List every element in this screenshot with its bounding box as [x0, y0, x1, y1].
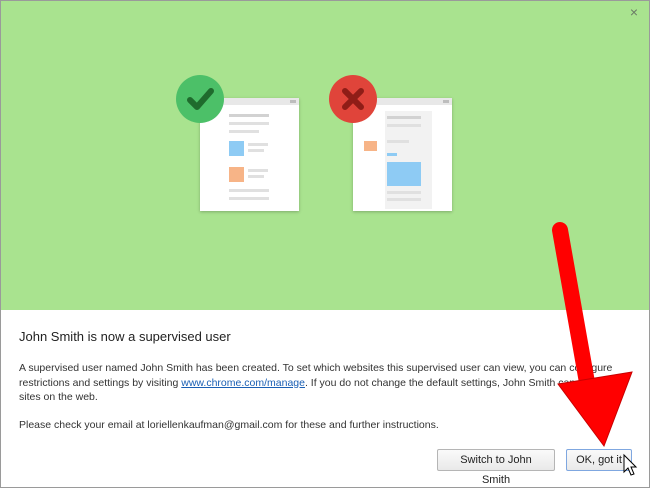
text-line: [248, 143, 268, 146]
switch-user-button[interactable]: Switch to John Smith: [437, 449, 555, 486]
text-line: [248, 149, 264, 152]
text-line: [229, 197, 269, 200]
text-line: [229, 122, 269, 125]
dialog-heading: John Smith is now a supervised user: [19, 329, 231, 344]
supervised-user-dialog: × John Smith is now a supervised user A …: [0, 0, 650, 488]
x-icon: [329, 75, 377, 123]
text-line: [387, 191, 421, 194]
check-icon: [176, 75, 224, 123]
image-block: [364, 141, 377, 151]
text-line: [229, 130, 259, 133]
text-line: [248, 175, 264, 178]
email-instructions: Please check your email at loriellenkauf…: [19, 419, 439, 431]
text-line: [387, 198, 421, 201]
illustration-banner: ×: [1, 1, 649, 310]
image-block: [229, 141, 244, 156]
image-block: [387, 153, 397, 156]
dialog-description: A supervised user named John Smith has b…: [19, 361, 634, 405]
image-block: [387, 162, 421, 186]
image-block: [229, 167, 244, 182]
close-icon[interactable]: ×: [625, 3, 643, 21]
ok-got-it-button[interactable]: OK, got it: [566, 449, 632, 471]
text-line: [387, 124, 421, 127]
text-line: [248, 169, 268, 172]
text-line: [387, 140, 409, 143]
text-line: [387, 116, 421, 119]
chrome-manage-link[interactable]: www.chrome.com/manage: [181, 377, 305, 389]
text-line: [229, 114, 269, 117]
text-line: [229, 189, 269, 192]
